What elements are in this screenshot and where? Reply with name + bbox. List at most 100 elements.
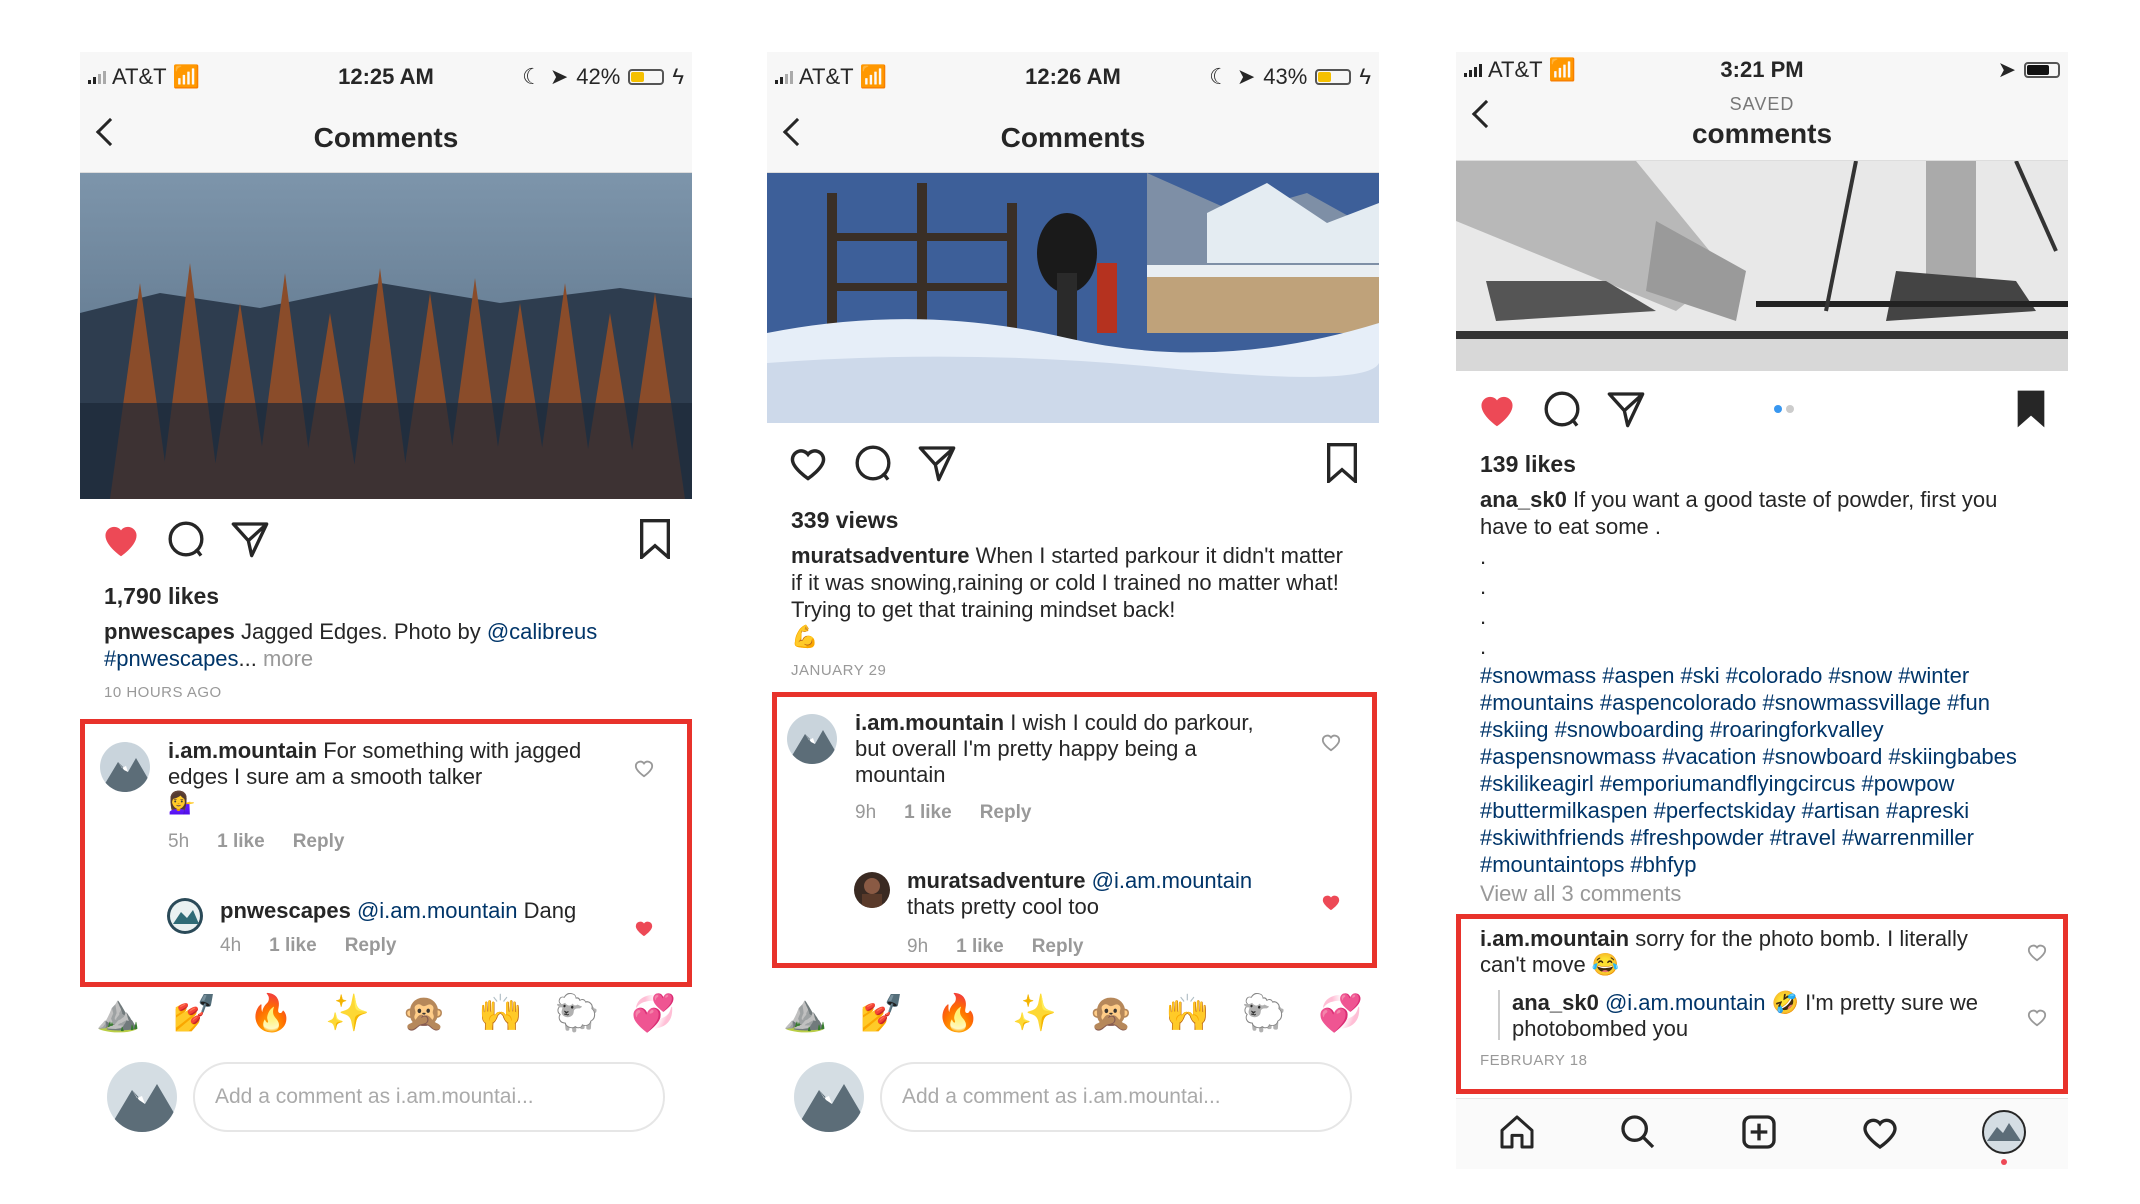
search-icon[interactable] — [1618, 1112, 1658, 1157]
wifi-icon: 📶 — [859, 64, 887, 89]
wifi-icon: 📶 — [1548, 57, 1576, 82]
avatar[interactable] — [167, 898, 203, 934]
reply-likes[interactable]: 1 like — [269, 935, 317, 957]
comment-likes[interactable]: 1 like — [217, 831, 265, 853]
comment-user[interactable]: i.am.mountain — [1480, 926, 1629, 951]
reply-user[interactable]: pnwescapes — [220, 898, 351, 923]
emoji: 🤣 — [1765, 990, 1799, 1015]
emoji-option[interactable]: 🔥 — [249, 992, 294, 1034]
heart-filled-icon[interactable] — [100, 520, 142, 558]
comment-bubble-icon[interactable] — [1542, 389, 1582, 429]
views-count[interactable]: 339 views — [767, 507, 1379, 534]
post-actions — [767, 423, 1379, 503]
avatar[interactable] — [854, 872, 890, 908]
bookmark-icon[interactable] — [638, 519, 672, 559]
reply-text: pnwescapes @i.am.mountain Dang — [220, 898, 620, 924]
caption-user[interactable]: muratsadventure — [791, 543, 970, 568]
reply-mention[interactable]: @i.am.mountain — [1086, 868, 1253, 893]
bookmark-filled-icon[interactable] — [2014, 389, 2048, 429]
like-reply-heart-icon[interactable] — [2026, 1007, 2048, 1032]
emoji-option[interactable]: ⛰️ — [96, 992, 141, 1034]
avatar[interactable] — [787, 714, 837, 764]
heart-outline-icon[interactable] — [787, 444, 829, 482]
location-icon: ➤ — [549, 64, 569, 89]
share-send-icon[interactable] — [230, 519, 270, 559]
emoji-option[interactable]: 🔥 — [936, 992, 981, 1034]
emoji-option[interactable]: 🐑 — [555, 992, 600, 1034]
reply-button[interactable]: Reply — [345, 935, 397, 957]
avatar[interactable] — [100, 742, 150, 792]
status-bar: AT&T 📶 12:25 AM ☾ ➤ 42% ϟ — [80, 52, 692, 102]
emoji-option[interactable]: ⛰️ — [783, 992, 828, 1034]
emoji-option[interactable]: 💞 — [631, 992, 676, 1034]
like-reply-heart-icon[interactable] — [1320, 892, 1342, 917]
charging-icon: ϟ — [672, 64, 684, 89]
activity-heart-icon[interactable] — [1860, 1113, 1900, 1156]
add-comment-placeholder: Add a comment as i.am.mountai... — [215, 1085, 534, 1108]
signal-icon — [775, 70, 793, 84]
like-comment-heart-icon[interactable] — [633, 758, 655, 783]
more-link[interactable]: more — [257, 646, 313, 671]
caption-hashtag[interactable]: #pnwescapes — [104, 646, 239, 671]
emoji-option[interactable]: 🐑 — [1242, 992, 1287, 1034]
reply-button[interactable]: Reply — [980, 802, 1032, 824]
page-title: comments — [1691, 118, 1833, 149]
comment-bubble-icon[interactable] — [853, 443, 893, 483]
post-video[interactable] — [767, 173, 1379, 423]
caption-mention[interactable]: @calibreus — [487, 619, 597, 644]
emoji-option[interactable]: 🙊 — [402, 992, 447, 1034]
add-comment-input[interactable]: Add a comment as i.am.mountai... — [880, 1062, 1352, 1132]
nav-subtitle: SAVED — [1729, 94, 1795, 114]
reply-button[interactable]: Reply — [293, 831, 345, 853]
like-reply-heart-icon[interactable] — [633, 918, 655, 943]
reply-button[interactable]: Reply — [1032, 936, 1084, 958]
like-comment-heart-icon[interactable] — [2026, 942, 2048, 967]
view-all-comments-link[interactable]: View all 3 comments — [1456, 880, 2068, 907]
post-date: JANUARY 29 — [791, 662, 887, 679]
share-send-icon[interactable] — [1606, 389, 1646, 429]
add-comment-input[interactable]: Add a comment as i.am.mountai... — [193, 1062, 665, 1132]
emoji-option[interactable]: 💅 — [859, 992, 904, 1034]
reply-body: Dang — [517, 898, 577, 923]
emoji-option[interactable]: ✨ — [1012, 992, 1057, 1034]
location-icon: ➤ — [1997, 57, 2016, 82]
nav-bar: Comments — [80, 102, 692, 173]
comment-meta: 9h 1 like Reply — [855, 802, 1031, 824]
new-post-icon[interactable] — [1739, 1112, 1779, 1157]
reply-user[interactable]: muratsadventure — [907, 868, 1086, 893]
emoji-option[interactable]: ✨ — [325, 992, 370, 1034]
comment-bubble-icon[interactable] — [166, 519, 206, 559]
like-comment-heart-icon[interactable] — [1320, 732, 1342, 757]
heart-filled-icon[interactable] — [1476, 390, 1518, 428]
reply-mention[interactable]: @i.am.mountain — [351, 898, 518, 923]
home-icon[interactable] — [1497, 1112, 1537, 1157]
share-send-icon[interactable] — [917, 443, 957, 483]
reply-meta: 9h 1 like Reply — [907, 936, 1083, 958]
caption-user[interactable]: ana_sk0 — [1480, 487, 1567, 512]
battery-icon — [1315, 69, 1352, 85]
parkour-photo — [767, 173, 1379, 423]
emoji-option[interactable]: 💞 — [1318, 992, 1363, 1034]
reply-likes[interactable]: 1 like — [956, 936, 1004, 958]
comment-user[interactable]: i.am.mountain — [855, 710, 1004, 735]
emoji-option[interactable]: 🙊 — [1089, 992, 1134, 1034]
emoji: 💪 — [791, 624, 819, 649]
caption-user[interactable]: pnwescapes — [104, 619, 235, 644]
ski-photo — [1456, 161, 2068, 371]
nav-bar: Comments — [767, 102, 1379, 173]
comment-user[interactable]: i.am.mountain — [168, 738, 317, 763]
post-caption: ana_sk0 If you want a good taste of powd… — [1456, 486, 2068, 540]
reply-mention[interactable]: @i.am.mountain — [1599, 990, 1766, 1015]
emoji: 💁‍♀️ — [168, 790, 196, 815]
caption-hashtags[interactable]: #snowmass #aspen #ski #colorado #snow #w… — [1456, 662, 2064, 878]
bookmark-icon[interactable] — [1325, 443, 1359, 483]
likes-count[interactable]: 1,790 likes — [80, 583, 692, 610]
emoji-option[interactable]: 💅 — [172, 992, 217, 1034]
reply-user[interactable]: ana_sk0 — [1512, 990, 1599, 1015]
emoji-option[interactable]: 🙌 — [1165, 992, 1210, 1034]
profile-avatar-icon[interactable] — [1981, 1109, 2027, 1165]
emoji-option[interactable]: 🙌 — [478, 992, 523, 1034]
page-title: Comments — [313, 122, 459, 153]
likes-count[interactable]: 139 likes — [1456, 451, 2068, 478]
comment-likes[interactable]: 1 like — [904, 802, 952, 824]
